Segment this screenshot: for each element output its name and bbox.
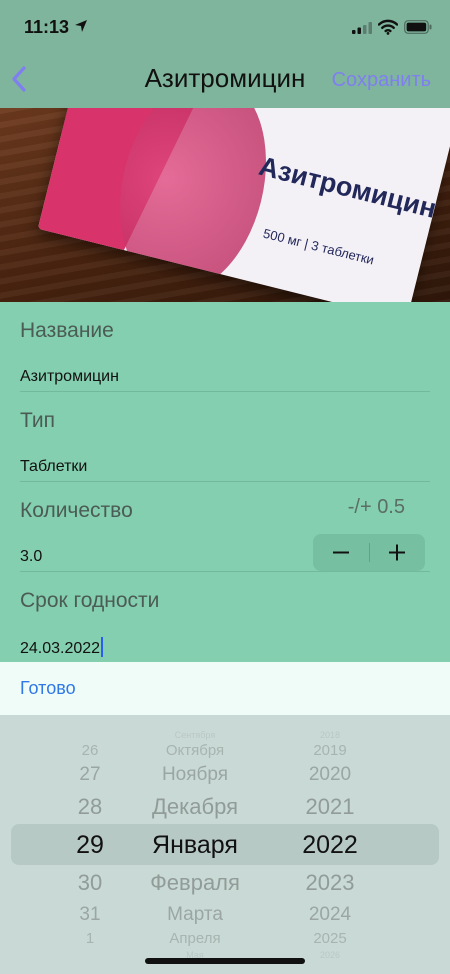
picker-month-option[interactable]: Февраля <box>125 870 265 896</box>
picker-month-option[interactable]: Сентября <box>125 730 265 741</box>
plus-icon[interactable] <box>369 534 425 571</box>
picker-month-option[interactable]: Апреля <box>125 930 265 948</box>
expiry-value: 24.03.2022 <box>20 640 101 657</box>
status-time: 11:13 <box>24 17 70 37</box>
wifi-icon <box>378 19 398 35</box>
status-bar: 11:13 <box>0 0 450 56</box>
picker-month-column[interactable]: Сентября Октября Ноября Декабря Января Феврал… <box>125 715 265 974</box>
divider <box>20 571 430 572</box>
picker-year-option[interactable]: 2025 <box>280 930 380 948</box>
box-dosage: 500 мг | 3 таблетки <box>261 225 376 268</box>
save-button[interactable]: Сохранить <box>332 69 431 92</box>
quantity-step-hint: -/+ 0.5 <box>347 496 405 518</box>
picker-month-option[interactable]: Марта <box>125 904 265 927</box>
text-cursor <box>101 637 104 657</box>
picker-month-option[interactable]: Ноября <box>125 764 265 787</box>
picker-year-option[interactable]: 2020 <box>280 764 380 787</box>
picker-year-option[interactable]: 2023 <box>280 870 380 896</box>
minus-icon[interactable] <box>313 534 369 571</box>
date-picker: 26 27 28 29 30 31 1 Сентября Октября Ноября Декаб… <box>0 715 450 974</box>
quantity-label: Количество <box>20 499 133 522</box>
medicine-form: Название Азитромицин Тип Таблетки Количе… <box>0 302 450 662</box>
picker-month-selected[interactable]: Января <box>125 830 265 860</box>
type-field[interactable]: Таблетки <box>20 458 87 476</box>
expiry-label: Срок годности <box>20 589 160 612</box>
quantity-stepper <box>313 534 425 571</box>
cellular-signal-icon <box>352 22 372 34</box>
battery-icon <box>404 20 432 34</box>
picker-year-column[interactable]: 2018 2019 2020 2021 2022 2023 2024 2025 2026 <box>280 715 380 974</box>
picker-year-selected[interactable]: 2022 <box>280 830 380 860</box>
done-button[interactable]: Готово <box>20 678 76 699</box>
type-label: Тип <box>20 409 56 432</box>
picker-year-option[interactable]: 2018 <box>280 730 380 741</box>
name-label: Название <box>20 319 114 342</box>
expiry-field[interactable]: 24.03.2022 <box>20 637 104 658</box>
picker-year-option[interactable]: 2021 <box>280 794 380 820</box>
divider <box>20 481 430 482</box>
picker-year-option[interactable]: 2024 <box>280 904 380 927</box>
picker-month-option[interactable]: Декабря <box>125 794 265 820</box>
header: 11:13 Азитромицин Сохранить <box>0 0 450 108</box>
name-field[interactable]: Азитромицин <box>20 368 119 386</box>
quantity-field[interactable]: 3.0 <box>20 548 42 566</box>
box-medicine-name: Азитромицин <box>256 150 440 224</box>
divider <box>20 391 430 392</box>
medicine-photo: Азитромицин 500 мг | 3 таблетки <box>0 108 450 302</box>
location-arrow-icon <box>75 20 87 32</box>
picker-month-option[interactable]: Октября <box>125 742 265 760</box>
navigation-bar: Азитромицин Сохранить <box>0 56 450 104</box>
home-indicator <box>145 958 305 964</box>
keyboard-toolbar: Готово <box>0 662 450 715</box>
picker-year-option[interactable]: 2019 <box>280 742 380 760</box>
